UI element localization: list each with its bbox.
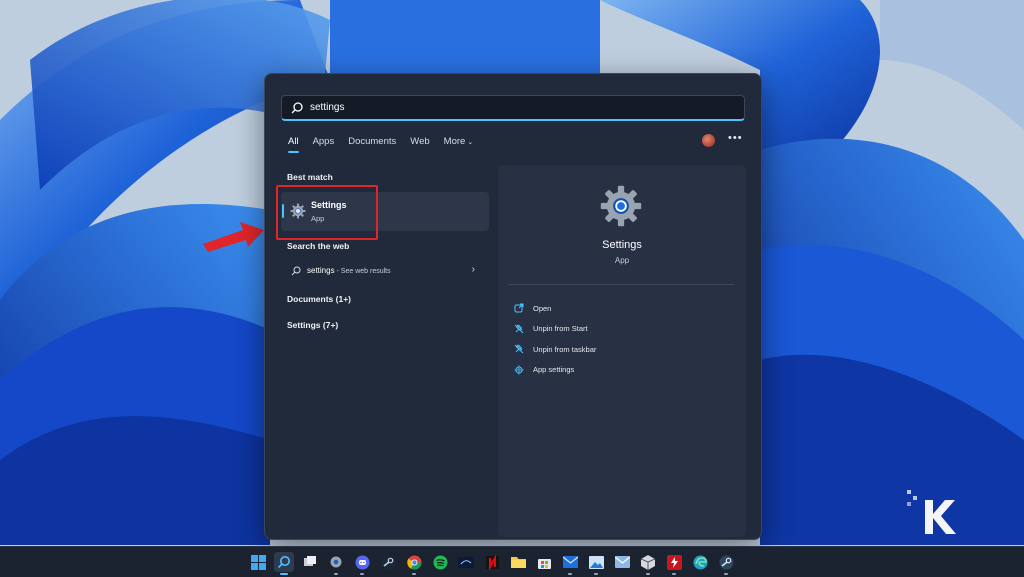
taskbar-disney-app[interactable] <box>456 552 476 572</box>
gear-icon <box>514 365 524 375</box>
running-indicator <box>724 573 728 575</box>
taskbar-photos-app[interactable] <box>586 552 606 575</box>
web-suffix: - See web results <box>334 268 391 275</box>
taskbar-store-app[interactable] <box>534 552 554 572</box>
divider <box>508 284 734 285</box>
watermark-logo <box>907 490 956 534</box>
mail-icon <box>562 556 578 568</box>
disney-plus-icon <box>458 556 474 568</box>
tab-web[interactable]: Web <box>410 136 429 147</box>
chrome-icon <box>406 555 422 570</box>
discord-icon <box>355 555 369 569</box>
photos-icon <box>588 555 604 569</box>
running-indicator <box>594 573 598 575</box>
avatar[interactable] <box>702 134 715 147</box>
action-list: Open Unpin from Start Unpin from taskbar… <box>514 298 596 380</box>
cube-icon <box>641 554 655 570</box>
action-app-settings[interactable]: App settings <box>514 360 596 381</box>
group-documents[interactable]: Documents (1+) <box>287 294 351 304</box>
running-indicator <box>568 573 572 575</box>
action-open[interactable]: Open <box>514 298 596 319</box>
action-unpin-taskbar[interactable]: Unpin from taskbar <box>514 339 596 360</box>
folder-icon <box>510 557 526 568</box>
taskbar-discord-app[interactable] <box>352 552 372 575</box>
search-panel: All Apps Documents Web More⌄ ••• Best ma… <box>264 73 762 540</box>
tab-apps[interactable]: Apps <box>313 136 335 147</box>
action-unpin-taskbar-label: Unpin from taskbar <box>533 344 597 354</box>
windows-logo-icon <box>250 554 266 570</box>
web-query: settings <box>307 266 335 275</box>
taskbar-mail-alt-app[interactable] <box>612 552 632 572</box>
open-icon <box>514 303 524 313</box>
steam-icon <box>719 555 733 569</box>
task-view-button[interactable] <box>300 552 320 572</box>
taskbar-mail-app[interactable] <box>560 552 580 575</box>
chevron-down-icon: ⌄ <box>467 139 474 146</box>
best-match-heading: Best match <box>287 172 333 182</box>
annotation-highlight-box <box>276 185 378 240</box>
detail-app-type: App <box>614 256 630 265</box>
gear-icon <box>600 185 642 227</box>
running-indicator <box>672 573 676 575</box>
shield-bolt-icon <box>666 554 682 570</box>
store-icon <box>537 558 551 569</box>
unpin-icon <box>514 324 524 334</box>
taskbar-edge-app[interactable] <box>690 552 710 572</box>
search-icon <box>291 266 301 276</box>
detail-pane: Settings App Open Unpin from Start Unpin… <box>498 165 746 537</box>
search-icon <box>291 101 303 113</box>
search-web-heading: Search the web <box>287 241 350 251</box>
search-icon <box>277 556 290 569</box>
running-indicator <box>360 573 364 575</box>
search-box[interactable] <box>281 95 745 121</box>
chevron-right-icon: › <box>471 264 475 275</box>
running-indicator <box>334 573 338 575</box>
action-app-settings-label: App settings <box>533 365 575 375</box>
gear-icon <box>330 556 342 568</box>
tab-more-label: More <box>443 136 466 147</box>
edge-icon <box>693 555 707 569</box>
detail-app-name: Settings <box>602 239 642 251</box>
search-input[interactable] <box>310 102 710 113</box>
tab-all[interactable]: All <box>288 136 299 153</box>
taskbar-steam-app[interactable] <box>378 552 398 572</box>
start-button[interactable] <box>248 552 268 572</box>
taskbar-search-button[interactable] <box>274 552 294 575</box>
web-result-item[interactable]: settings - See web results › <box>287 264 483 280</box>
taskbar-antivirus-app[interactable] <box>664 552 684 575</box>
task-view-icon <box>304 556 316 566</box>
running-indicator <box>646 573 650 575</box>
action-open-label: Open <box>533 303 552 313</box>
spotify-icon <box>433 555 447 569</box>
taskbar-steam-alt-app[interactable] <box>716 552 736 575</box>
taskbar-spotify-app[interactable] <box>430 552 450 572</box>
mail-icon <box>614 556 630 568</box>
action-unpin-start-label: Unpin from Start <box>533 324 588 334</box>
taskbar <box>0 546 1024 577</box>
filter-tabs: All Apps Documents Web More ⌄ <box>288 136 501 153</box>
taskbar-settings-app[interactable] <box>326 552 346 575</box>
netflix-icon <box>485 554 499 570</box>
group-settings[interactable]: Settings (7+) <box>287 320 338 330</box>
tab-more[interactable]: More ⌄ <box>444 136 488 147</box>
unpin-icon <box>514 344 524 354</box>
tab-documents[interactable]: Documents <box>348 136 396 147</box>
action-unpin-start[interactable]: Unpin from Start <box>514 319 596 340</box>
running-indicator <box>412 573 416 575</box>
taskbar-netflix-app[interactable] <box>482 552 502 572</box>
steam-icon <box>381 555 395 569</box>
more-options-button[interactable]: ••• <box>728 132 743 144</box>
taskbar-box-app[interactable] <box>638 552 658 575</box>
taskbar-file-explorer[interactable] <box>508 552 528 572</box>
active-indicator <box>280 573 288 575</box>
taskbar-chrome-app[interactable] <box>404 552 424 575</box>
